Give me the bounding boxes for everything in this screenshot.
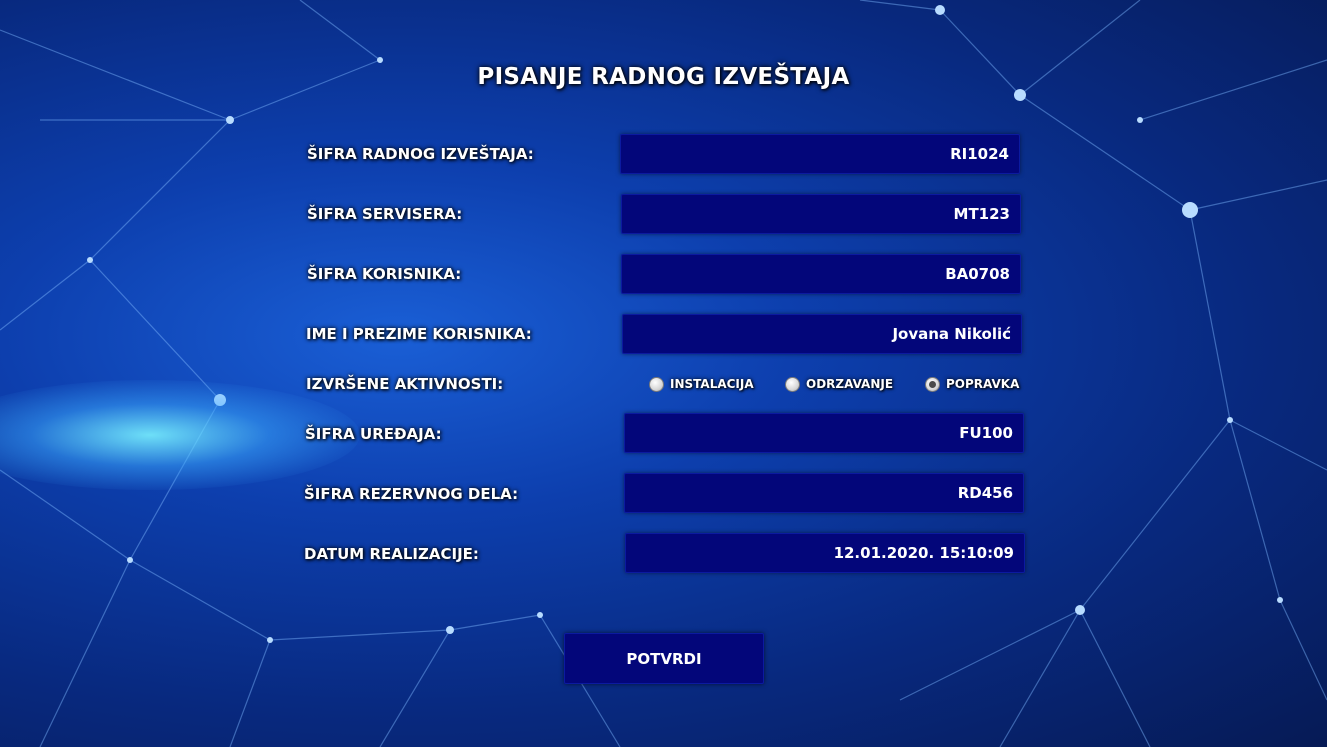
spare-part-id-input[interactable] xyxy=(624,473,1024,513)
activities-label: IZVRŠENE AKTIVNOSTI: xyxy=(306,375,504,393)
realization-date-label: DATUM REALIZACIJE: xyxy=(304,545,479,563)
realization-date-input[interactable] xyxy=(625,533,1025,573)
radio-label-popravka: POPRAVKA xyxy=(946,377,1020,391)
user-id-label: ŠIFRA KORISNIKA: xyxy=(307,265,462,283)
radio-circle-instalacija[interactable] xyxy=(649,376,664,392)
spare-part-id-label: ŠIFRA REZERVNOG DELA: xyxy=(304,485,519,503)
technician-id-label: ŠIFRA SERVISERA: xyxy=(307,205,463,223)
device-id-input[interactable] xyxy=(624,413,1024,453)
radio-circle-popravka[interactable] xyxy=(925,376,940,392)
user-id-input[interactable] xyxy=(621,254,1021,294)
radio-instalacija[interactable]: INSTALACIJA xyxy=(649,376,754,392)
user-name-label: IME I PREZIME KORISNIKA: xyxy=(306,325,532,343)
user-name-input[interactable] xyxy=(622,314,1022,354)
report-id-input[interactable] xyxy=(620,134,1020,174)
technician-id-input[interactable] xyxy=(621,194,1021,234)
page-title: PISANJE RADNOG IZVEŠTAJA xyxy=(477,64,850,90)
device-id-label: ŠIFRA UREĐAJA: xyxy=(305,425,442,443)
radio-odrzavanje[interactable]: ODRZAVANJE xyxy=(785,376,893,392)
radio-circle-odrzavanje[interactable] xyxy=(785,376,800,392)
radio-label-instalacija: INSTALACIJA xyxy=(670,377,754,391)
submit-button[interactable]: POTVRDI xyxy=(564,633,764,684)
report-id-label: ŠIFRA RADNOG IZVEŠTAJA: xyxy=(307,145,534,163)
radio-popravka[interactable]: POPRAVKA xyxy=(925,376,1019,392)
radio-label-odrzavanje: ODRZAVANJE xyxy=(806,377,894,391)
